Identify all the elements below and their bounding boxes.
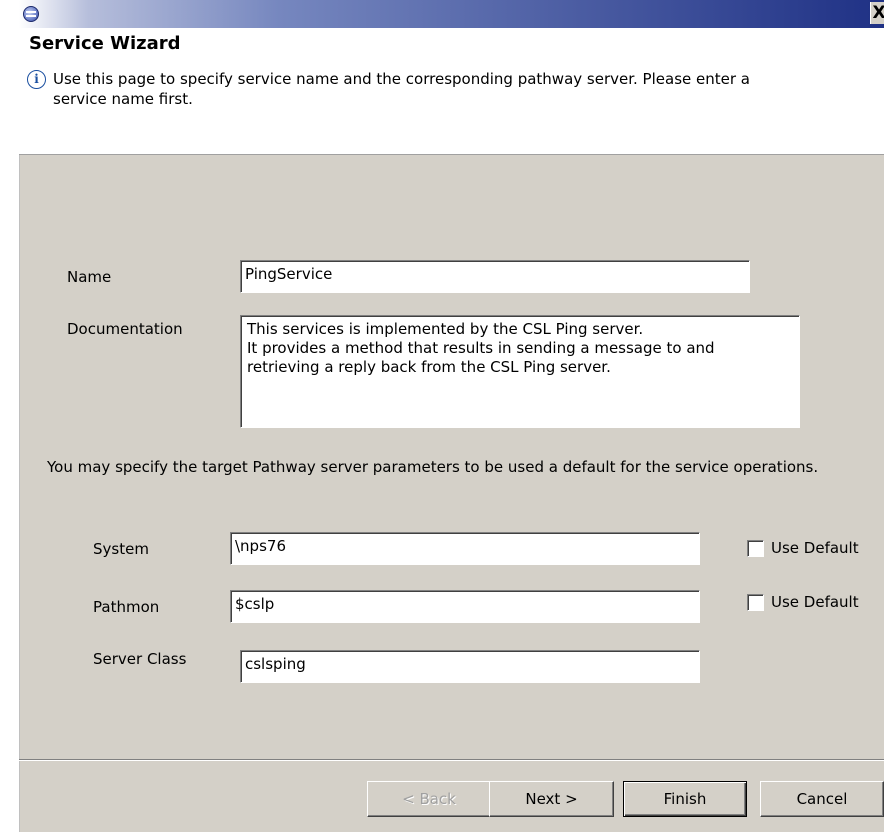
pathway-hint: You may specify the target Pathway serve…	[47, 458, 819, 476]
pathmon-use-default-checkbox[interactable]	[747, 594, 764, 611]
info-icon: i	[27, 70, 46, 89]
page-title: Service Wizard	[29, 33, 181, 54]
name-label: Name	[67, 268, 112, 286]
title-bar[interactable]: X	[19, 0, 884, 28]
pathmon-label: Pathmon	[93, 598, 160, 616]
server-class-label: Server Class	[93, 650, 187, 668]
server-class-input[interactable]: cslsping	[240, 650, 700, 683]
documentation-textarea[interactable]: This services is implemented by the CSL …	[240, 315, 800, 428]
system-input[interactable]: \nps76	[230, 532, 700, 565]
page-description: Use this page to specify service name an…	[53, 70, 750, 108]
system-use-default-checkbox[interactable]	[747, 540, 764, 557]
eclipse-app-icon	[23, 6, 39, 22]
button-bar-separator	[19, 759, 884, 761]
system-label: System	[93, 540, 149, 558]
cancel-button[interactable]: Cancel	[760, 781, 884, 817]
name-input[interactable]: PingService	[240, 260, 750, 293]
next-button[interactable]: Next >	[489, 781, 614, 817]
system-use-default-label[interactable]: Use Default	[771, 539, 859, 557]
close-button[interactable]: X	[870, 2, 884, 24]
pathmon-use-default-label[interactable]: Use Default	[771, 593, 859, 611]
finish-button[interactable]: Finish	[623, 781, 747, 817]
back-button[interactable]: < Back	[367, 781, 491, 817]
service-wizard-dialog: X Service Wizard i Use this page to spec…	[18, 0, 884, 832]
pathmon-input[interactable]: $cslp	[230, 590, 700, 623]
wizard-header: Service Wizard i Use this page to specif…	[19, 28, 884, 155]
documentation-label: Documentation	[67, 320, 183, 338]
